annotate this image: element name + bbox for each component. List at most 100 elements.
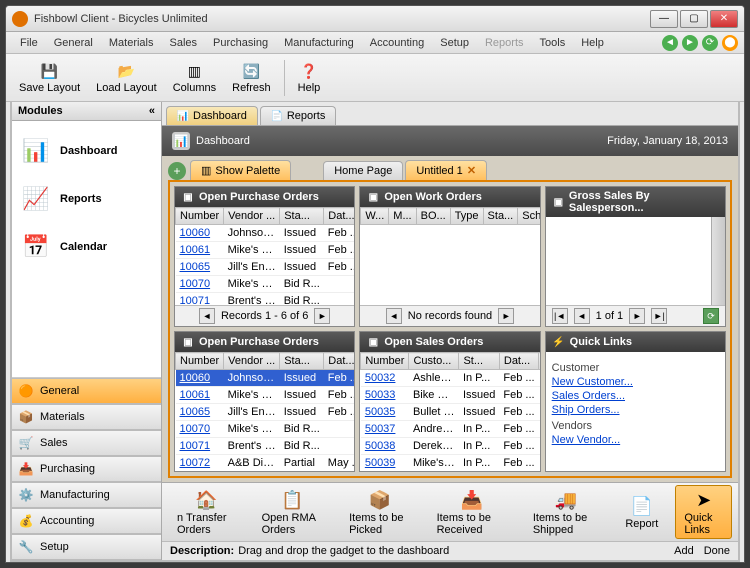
pager-first-button[interactable]: |◄ (552, 308, 568, 324)
close-button[interactable]: ✕ (710, 10, 738, 28)
order-link[interactable]: 10061 (180, 389, 211, 401)
column-header[interactable]: Sta... (280, 353, 324, 370)
column-header[interactable]: W... (361, 208, 389, 225)
order-link[interactable]: 50035 (365, 406, 396, 418)
bt-items-to-be-shipped[interactable]: 🚚Items to be Shipped (524, 485, 609, 539)
nav-home-icon[interactable]: ⬤ (722, 35, 738, 51)
load-layout-button[interactable]: 📂Load Layout (89, 59, 164, 97)
column-header[interactable]: Dat... (499, 353, 538, 370)
order-link[interactable]: 10072 (180, 457, 211, 469)
bt-items-to-be-picked[interactable]: 📦Items to be Picked (340, 485, 420, 539)
column-header[interactable]: Type (450, 208, 483, 225)
columns-button[interactable]: ▥Columns (166, 59, 223, 97)
table-row[interactable]: 50039Mike's Bi...In P...Feb ...Feb ... (361, 455, 540, 472)
category-materials[interactable]: 📦Materials (12, 404, 161, 430)
table-row[interactable]: 50032Ashley ...In P...Feb ...Feb ... (361, 370, 540, 387)
order-link[interactable]: 10070 (180, 278, 211, 290)
column-header[interactable]: Dat... (324, 353, 355, 370)
column-header[interactable]: Sta... (483, 208, 518, 225)
order-link[interactable]: 10060 (180, 227, 211, 239)
bt-items-to-be-received[interactable]: 📥Items to be Received (428, 485, 516, 539)
order-link[interactable]: 10071 (180, 440, 211, 452)
subtab-untitled-1[interactable]: Untitled 1✕ (405, 160, 487, 180)
pager-next-button[interactable]: ► (629, 308, 645, 324)
scrollbar[interactable] (711, 217, 725, 305)
column-header[interactable]: Vendor ... (224, 353, 280, 370)
menu-general[interactable]: General (46, 35, 101, 51)
add-tab-button[interactable]: + (168, 162, 186, 180)
ql-link[interactable]: Sales Orders... (552, 390, 719, 402)
table-row[interactable]: 10065Jill's Ener...IssuedFeb ...Feb ... (176, 404, 355, 421)
tab-dashboard[interactable]: 📊Dashboard (166, 106, 258, 125)
close-tab-icon[interactable]: ✕ (467, 164, 476, 177)
table-row[interactable]: 10060Johnson ...IssuedFeb ...Feb ... (176, 370, 355, 387)
ql-link[interactable]: Ship Orders... (552, 404, 719, 416)
column-header[interactable]: BO... (416, 208, 450, 225)
order-link[interactable]: 10061 (180, 244, 211, 256)
nav-back-icon[interactable]: ◄ (662, 35, 678, 51)
help-button[interactable]: ❓Help (291, 59, 328, 97)
column-header[interactable]: Number (176, 353, 224, 370)
bt-report[interactable]: 📄Report (616, 491, 667, 533)
table-row[interactable]: 10072A&B Distr...PartialMay ...May ... (176, 455, 355, 472)
category-manufacturing[interactable]: ⚙️Manufacturing (12, 482, 161, 508)
column-header[interactable]: Vendor ... (224, 208, 280, 225)
column-header[interactable]: Number (176, 208, 224, 225)
order-link[interactable]: 10065 (180, 406, 211, 418)
done-link[interactable]: Done (704, 545, 730, 557)
pager-prev-button[interactable]: ◄ (386, 308, 402, 324)
menu-setup[interactable]: Setup (432, 35, 477, 51)
category-setup[interactable]: 🔧Setup (12, 534, 161, 560)
menu-file[interactable]: File (12, 35, 46, 51)
menu-sales[interactable]: Sales (162, 35, 206, 51)
bt-quick-links[interactable]: ➤Quick Links (675, 485, 732, 539)
column-header[interactable]: Ful... (539, 353, 540, 370)
pager-refresh-button[interactable]: ⟳ (703, 308, 719, 324)
order-link[interactable]: 10060 (180, 372, 211, 384)
order-link[interactable]: 50039 (365, 457, 396, 469)
column-header[interactable]: M... (389, 208, 416, 225)
ql-link[interactable]: New Vendor... (552, 434, 719, 446)
menu-help[interactable]: Help (573, 35, 612, 51)
minimize-button[interactable]: — (650, 10, 678, 28)
table-row[interactable]: 10060Johnson ...IssuedFeb ...Feb ... (176, 225, 355, 242)
pager-prev-button[interactable]: ◄ (574, 308, 590, 324)
column-header[interactable]: Dat... (324, 208, 355, 225)
module-dashboard[interactable]: 📊Dashboard (16, 129, 157, 173)
table-row[interactable]: 10061Mike's BikesIssuedFeb ...Feb ... (176, 387, 355, 404)
module-calendar[interactable]: 📅Calendar (16, 225, 157, 269)
order-link[interactable]: 50038 (365, 440, 396, 452)
column-header[interactable]: Custo... (409, 353, 459, 370)
menu-accounting[interactable]: Accounting (362, 35, 432, 51)
show-palette-tab[interactable]: ▥Show Palette (190, 160, 291, 180)
menu-materials[interactable]: Materials (101, 35, 162, 51)
menu-tools[interactable]: Tools (532, 35, 574, 51)
bt-open-rma-orders[interactable]: 📋Open RMA Orders (253, 485, 333, 539)
table-row[interactable]: 10070Mike's BikesBid R...May ... (176, 421, 355, 438)
refresh-button[interactable]: 🔄Refresh (225, 59, 278, 97)
category-purchasing[interactable]: 📥Purchasing (12, 456, 161, 482)
pager-next-button[interactable]: ► (498, 308, 514, 324)
tab-reports[interactable]: 📄Reports (260, 106, 337, 125)
save-layout-button[interactable]: 💾Save Layout (12, 59, 87, 97)
order-link[interactable]: 50037 (365, 423, 396, 435)
order-link[interactable]: 10071 (180, 295, 211, 305)
table-row[interactable]: 10065Jill's Ener...IssuedFeb ...Feb ... (176, 259, 355, 276)
table-row[interactable]: 10061Mike's BikesIssuedFeb ...Feb ... (176, 242, 355, 259)
subtab-home-page[interactable]: Home Page (323, 161, 403, 180)
table-row[interactable]: 10071Brent's Bi...Bid R...May ... (176, 438, 355, 455)
pager-last-button[interactable]: ►| (651, 308, 667, 324)
order-link[interactable]: 10070 (180, 423, 211, 435)
column-header[interactable]: Number (361, 353, 409, 370)
order-link[interactable]: 10065 (180, 261, 211, 273)
order-link[interactable]: 50032 (365, 372, 396, 384)
pager-prev-button[interactable]: ◄ (199, 308, 215, 324)
nav-forward-icon[interactable]: ► (682, 35, 698, 51)
order-link[interactable]: 50033 (365, 389, 396, 401)
menu-purchasing[interactable]: Purchasing (205, 35, 276, 51)
table-row[interactable]: 10070Mike's BikesBid R...May ... (176, 276, 355, 293)
column-header[interactable]: Sta... (280, 208, 324, 225)
category-sales[interactable]: 🛒Sales (12, 430, 161, 456)
menu-manufacturing[interactable]: Manufacturing (276, 35, 362, 51)
column-header[interactable]: St... (459, 353, 499, 370)
